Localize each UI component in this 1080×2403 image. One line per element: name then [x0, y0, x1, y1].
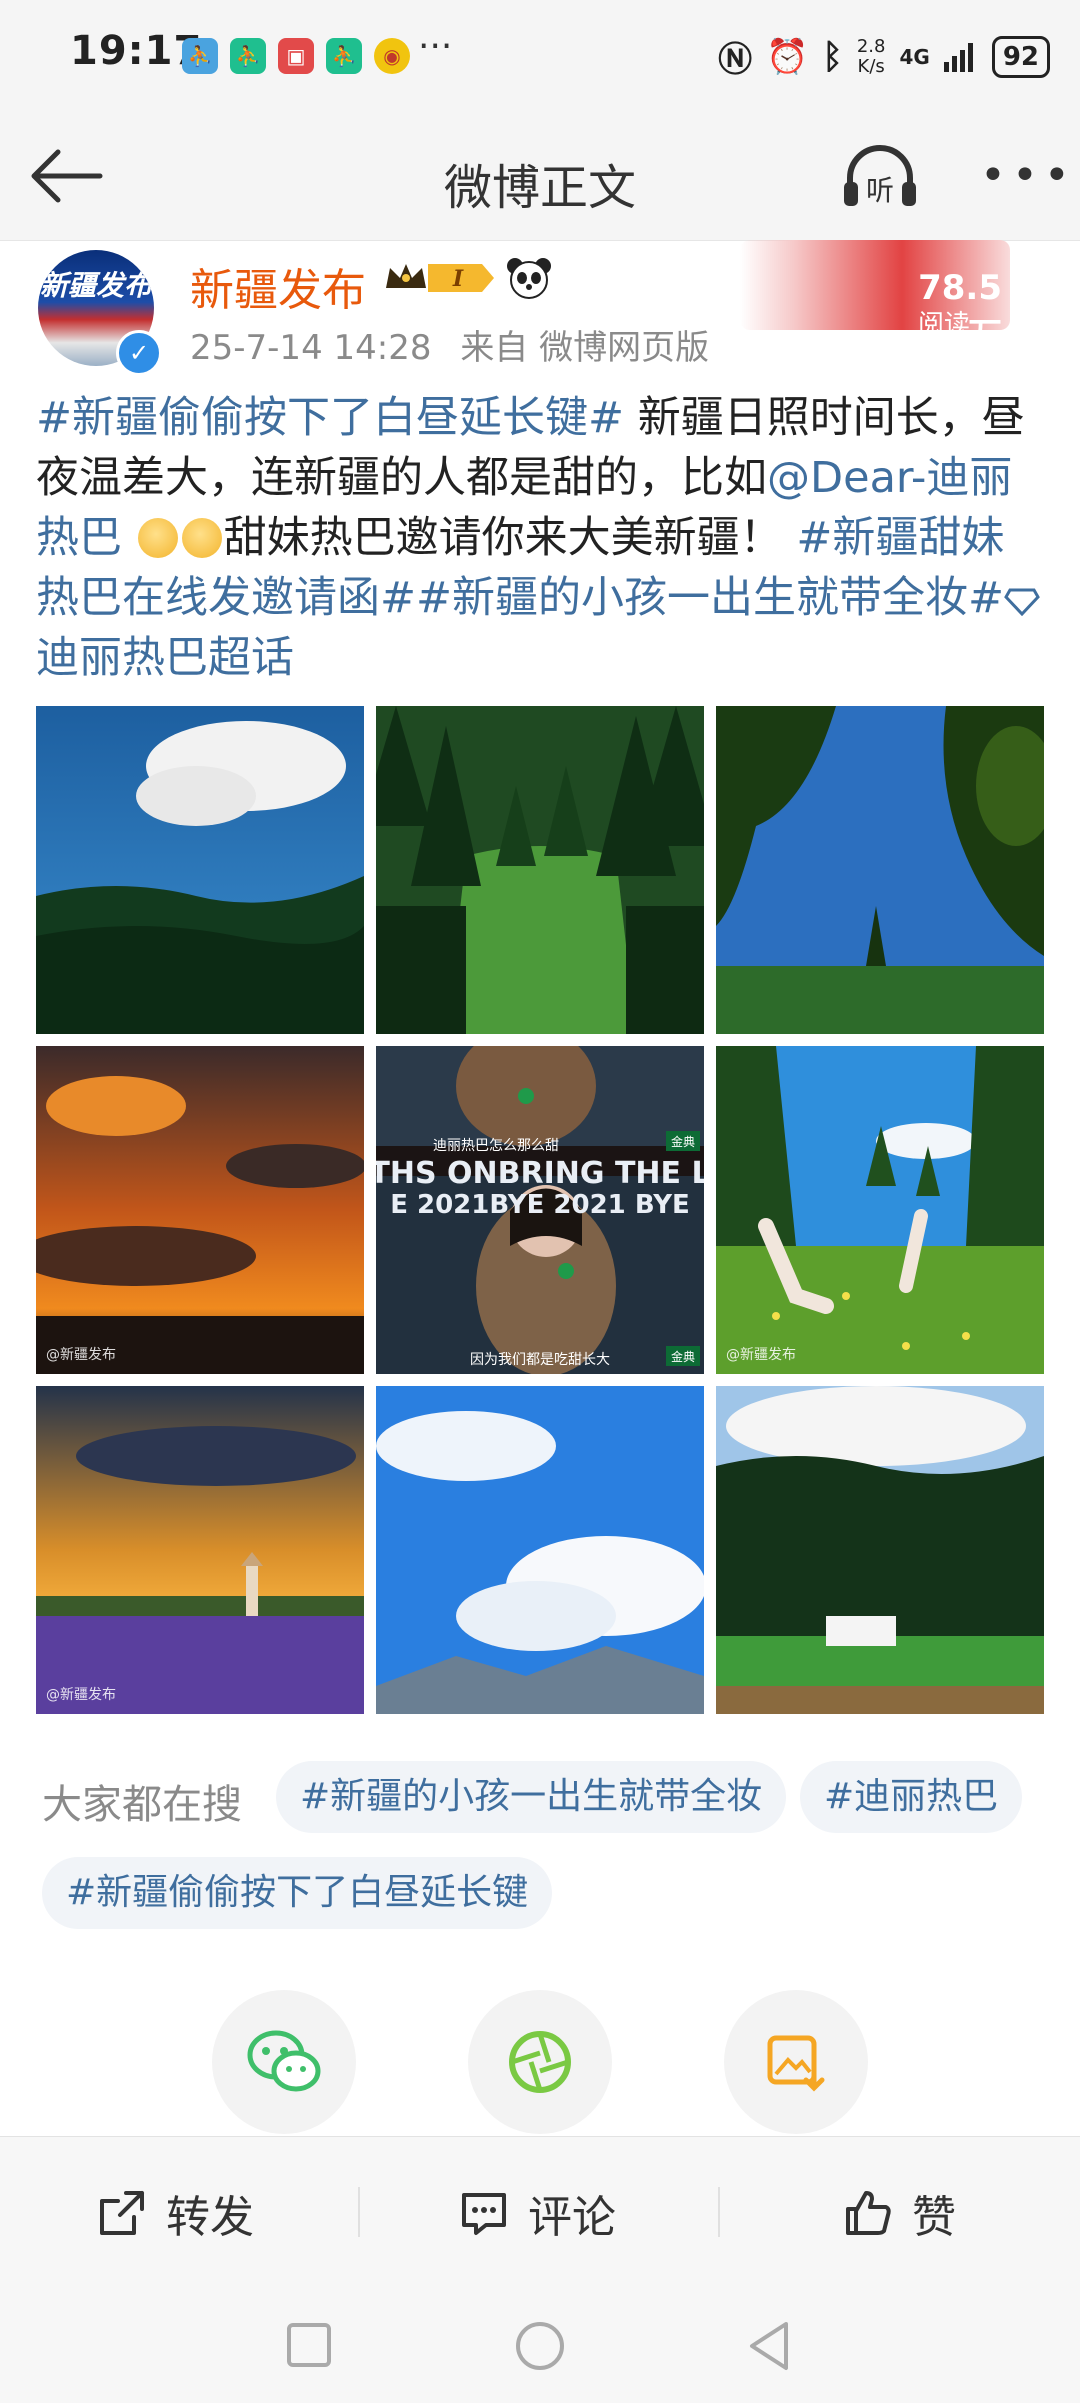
speed-value: 2.8 [856, 35, 886, 57]
recent-apps-icon[interactable] [286, 2322, 332, 2368]
more-notifications-icon: ··· [418, 26, 453, 67]
emoji-icon [137, 518, 178, 558]
member-crown-badge-icon[interactable]: I [382, 258, 498, 298]
wechat-icon [247, 2030, 321, 2092]
repost-button[interactable]: 转发 [96, 2177, 254, 2249]
stage-text-bottom: E 2021BYE 2021 BYE [390, 1190, 690, 1220]
battery-level: 92 [1002, 41, 1039, 72]
app-notification-icon: ⛹ [182, 38, 218, 74]
search-chip[interactable]: #迪丽热巴 [800, 1761, 1023, 1833]
post-timestamp: 25-7-14 14:28 [190, 328, 432, 368]
speed-unit: K/s [857, 55, 885, 77]
photo-meadow-legs[interactable]: @新疆发布 [716, 1046, 1044, 1374]
verified-badge-icon: ✓ [116, 330, 162, 376]
super-topic-label: 迪丽热巴超话 [36, 633, 294, 683]
post-meta: 25-7-14 14:28 来自 微博网页版 [190, 320, 709, 369]
bluetooth-icon: ᛒ [822, 36, 843, 77]
badge-level: I [452, 266, 464, 292]
notification-icons: ⛹ ⛹ ▣ ⛹ ◉ [182, 38, 410, 74]
weibo-icon: ◉ [374, 38, 410, 74]
more-menu-icon[interactable]: ••• [980, 150, 1076, 201]
post-text: 甜妹热巴邀请你来大美新疆！ [223, 513, 783, 563]
avatar-text: 新疆发布 [39, 269, 152, 302]
listen-label: 听 [866, 174, 894, 207]
hashtag-link[interactable]: #新疆偷偷按下了白昼延长键# [36, 393, 624, 443]
action-divider [358, 2187, 360, 2237]
post-body: #新疆偷偷按下了白昼延长键# 新疆日照时间长，昼夜温差大，连新疆的人都是甜的，比… [36, 388, 1046, 688]
signal-icon [943, 42, 973, 72]
system-nav-bar [0, 2288, 1080, 2403]
photo-lake-trees[interactable] [716, 706, 1044, 1034]
photo-sky-forest[interactable] [36, 706, 364, 1034]
share-wechat-button[interactable] [212, 1990, 356, 2134]
save-image-icon [767, 2035, 825, 2092]
post-source: 来自 微博网页版 [460, 328, 710, 368]
sports-app-icon-2: ⛹ [326, 38, 362, 74]
network-speed: 2.8 K/s [856, 35, 886, 77]
read-count-label: 阅读 [918, 310, 971, 340]
photo-sunset-clouds[interactable]: @新疆发布 [36, 1046, 364, 1374]
share-moments-button[interactable] [468, 1990, 612, 2134]
photo-watermark: @新疆发布 [726, 1347, 796, 1363]
author-name[interactable]: 新疆发布 [190, 254, 366, 318]
photo-lavender-field[interactable]: @新疆发布 [36, 1386, 364, 1714]
stage-text-top: THS ONBRING THE L [376, 1156, 704, 1191]
photo-pine-meadow[interactable] [376, 706, 704, 1034]
emoji-icon [181, 518, 222, 558]
brand-logo-bottom: 金典 [671, 1349, 695, 1364]
diamond-icon [1004, 588, 1040, 617]
action-divider [718, 2187, 720, 2237]
hashtag-link[interactable]: #新疆的小孩一出生就带全妆# [416, 573, 1004, 623]
video-caption-top: 迪丽热巴怎么那么甜 [433, 1138, 559, 1154]
save-image-button[interactable] [724, 1990, 868, 2134]
alarm-icon: ⏰ [766, 36, 809, 77]
comment-button[interactable]: 评论 [458, 2177, 616, 2249]
sports-app-icon: ⛹ [230, 38, 266, 74]
photo-watermark: @新疆发布 [46, 1347, 116, 1363]
trending-search-label: 大家都在搜 [42, 1782, 242, 1828]
brand-logo-top: 金典 [671, 1134, 695, 1149]
network-type: 4G [899, 44, 930, 69]
like-label: 赞 [912, 2192, 956, 2243]
repost-icon [100, 2191, 144, 2235]
panda-icon [505, 256, 553, 300]
back-icon[interactable] [746, 2320, 792, 2372]
nfc-icon: Ⓝ [718, 40, 753, 80]
search-chip[interactable]: #新疆的小孩一出生就带全妆 [276, 1761, 787, 1833]
repost-label: 转发 [166, 2192, 254, 2243]
comment-label: 评论 [528, 2192, 616, 2243]
red-app-icon: ▣ [278, 38, 314, 74]
post-action-bar: 转发 评论 赞 [0, 2136, 1080, 2289]
listen-headphones-icon[interactable]: 听 [840, 138, 920, 218]
thumbs-up-icon [846, 2191, 891, 2235]
photo-watermark: @新疆发布 [46, 1687, 116, 1703]
photo-forest-cabin[interactable] [716, 1386, 1044, 1714]
search-chip[interactable]: #新疆偷偷按下了白昼延长键 [42, 1857, 553, 1929]
status-right: Ⓝ ⏰ ᛒ 2.8 K/s 4G 92 [718, 32, 1050, 81]
like-button[interactable]: 赞 [842, 2177, 956, 2249]
status-bar: 19:17 ⛹ ⛹ ▣ ⛹ ◉ ··· Ⓝ ⏰ ᛒ 2.8 K/s 4G 92 [0, 0, 1080, 110]
battery-icon: 92 [991, 35, 1050, 78]
video-caption-bottom: 因为我们都是吃甜长大 [470, 1352, 610, 1368]
top-nav-bar: 微博正文 听 ••• [0, 110, 1080, 241]
comment-icon [462, 2193, 506, 2235]
home-icon[interactable] [514, 2320, 566, 2372]
photo-dilraba-stage[interactable]: THS ONBRING THE L E 2021BYE 2021 BYE 迪丽热… [376, 1046, 704, 1374]
moments-aperture-icon [509, 2031, 571, 2093]
photo-blue-sky-clouds[interactable] [376, 1386, 704, 1714]
